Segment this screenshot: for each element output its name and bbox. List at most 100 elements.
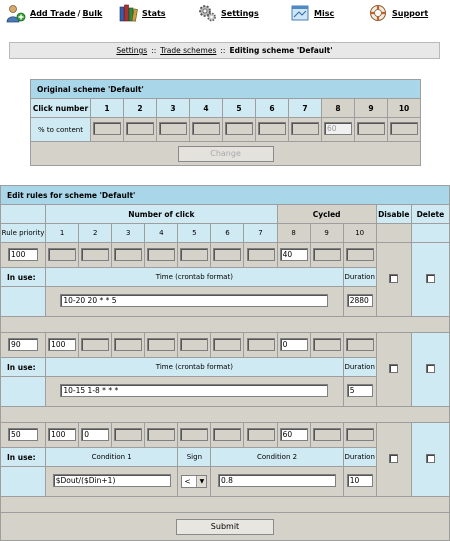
breadcrumb-trade-schemes[interactable]: Trade schemes [160, 46, 216, 55]
sign-label: Sign [177, 447, 212, 467]
original-value-field[interactable]: 60 [324, 122, 352, 135]
submit-button[interactable]: Submit [176, 518, 274, 535]
misc-link[interactable]: Misc [314, 9, 334, 18]
breadcrumb-settings[interactable]: Settings [116, 46, 147, 55]
click-value-field[interactable] [114, 427, 143, 441]
duration-field[interactable]: 10 [346, 474, 373, 487]
click-value-field[interactable] [147, 337, 176, 351]
breadcrumb: Settings :: Trade schemes :: Editing sch… [9, 42, 440, 59]
rule-priority-field[interactable]: 90 [8, 337, 39, 351]
add-trade-link[interactable]: Add Trade [30, 9, 76, 18]
time-crontab-field[interactable]: 10-20 20 * * 5 [60, 294, 329, 307]
duration-label: Duration [342, 357, 377, 377]
column-header: 3 [156, 98, 190, 118]
column-header: 6 [210, 223, 245, 243]
column-header: 8 [321, 98, 355, 118]
delete-header: Delete [410, 204, 450, 224]
original-value-field[interactable] [258, 122, 286, 135]
sign-selected-value: < [184, 477, 191, 486]
rule-priority-field[interactable]: 50 [8, 427, 39, 441]
cycled-value-field[interactable]: 0 [279, 337, 308, 351]
original-value-field[interactable] [291, 122, 319, 135]
column-header: 1 [90, 98, 124, 118]
click-number-header: Click number [30, 98, 91, 118]
stats-link[interactable]: Stats [142, 9, 166, 18]
click-value-field[interactable] [180, 427, 209, 441]
original-value-field[interactable] [192, 122, 220, 135]
original-value-field[interactable] [159, 122, 187, 135]
time-label: Time (crontab format) [45, 357, 344, 377]
click-value-field[interactable] [48, 247, 77, 261]
delete-checkbox[interactable] [425, 454, 435, 463]
settings-gears-icon [199, 5, 216, 22]
rule-priority-field[interactable]: 100 [8, 247, 39, 261]
click-value-field[interactable] [180, 247, 209, 261]
click-value-field[interactable]: 100 [48, 427, 77, 441]
original-value-field[interactable] [225, 122, 253, 135]
top-nav: Add Trade / Bulk Stats Settings Misc Sup… [0, 0, 450, 26]
stats-books-icon [119, 4, 138, 22]
chevron-down-icon: ▼ [196, 476, 207, 487]
click-value-field[interactable] [246, 427, 275, 441]
column-header: 2 [78, 223, 113, 243]
click-value-field[interactable] [114, 247, 143, 261]
click-value-field[interactable] [213, 247, 242, 261]
condition2-field[interactable]: 0.8 [218, 474, 337, 487]
column-header: 9 [354, 98, 388, 118]
number-of-click-header: Number of click [45, 204, 278, 224]
breadcrumb-separator: :: [220, 46, 226, 55]
bulk-link[interactable]: Bulk [82, 9, 102, 18]
delete-checkbox[interactable] [425, 364, 435, 373]
misc-window-icon [291, 5, 309, 21]
column-header: 4 [144, 223, 179, 243]
support-lifebuoy-icon [370, 5, 386, 21]
column-header: 4 [189, 98, 223, 118]
click-value-field[interactable] [81, 337, 110, 351]
disable-checkbox[interactable] [389, 454, 399, 463]
breadcrumb-separator: :: [151, 46, 157, 55]
disable-checkbox[interactable] [389, 364, 399, 373]
change-button[interactable]: Change [177, 145, 274, 162]
duration-field[interactable]: 2880 [346, 294, 373, 307]
click-value-field[interactable] [81, 247, 110, 261]
settings-link[interactable]: Settings [221, 9, 259, 18]
add-trade-icon [6, 5, 26, 23]
cycled-value-field[interactable] [345, 427, 374, 441]
duration-field[interactable]: 5 [346, 384, 373, 397]
delete-checkbox[interactable] [425, 274, 435, 283]
click-value-field[interactable] [213, 427, 242, 441]
click-value-field[interactable]: 100 [48, 337, 77, 351]
condition1-field[interactable]: $Dout/($Din+1) [52, 474, 171, 487]
column-header: 2 [123, 98, 157, 118]
original-value-field[interactable] [357, 122, 385, 135]
cycled-value-field[interactable] [312, 247, 341, 261]
click-value-field[interactable] [114, 337, 143, 351]
click-value-field[interactable]: 0 [81, 427, 110, 441]
nav-misc: Misc [290, 2, 334, 24]
click-value-field[interactable] [147, 427, 176, 441]
edit-rules-title: Edit rules for scheme 'Default' [0, 185, 450, 205]
in-use-label: In use: [0, 267, 47, 287]
sign-select[interactable]: < ▼ [181, 475, 208, 488]
click-value-field[interactable] [246, 247, 275, 261]
time-crontab-field[interactable]: 10-15 1-8 * * * [60, 384, 329, 397]
cycled-value-field[interactable] [345, 247, 374, 261]
cycled-value-field[interactable] [312, 337, 341, 351]
original-value-field[interactable] [93, 122, 121, 135]
click-value-field[interactable] [246, 337, 275, 351]
condition1-label: Condition 1 [45, 447, 179, 467]
original-value-field[interactable] [390, 122, 419, 135]
click-value-field[interactable] [213, 337, 242, 351]
cycled-value-field[interactable]: 40 [279, 247, 308, 261]
column-header: 6 [255, 98, 289, 118]
cycled-value-field[interactable] [312, 427, 341, 441]
original-value-field[interactable] [126, 122, 154, 135]
click-value-field[interactable] [147, 247, 176, 261]
nav-support: Support [368, 2, 428, 24]
disable-checkbox[interactable] [389, 274, 399, 283]
cycled-value-field[interactable] [345, 337, 374, 351]
column-header: 1 [45, 223, 80, 243]
cycled-value-field[interactable]: 60 [279, 427, 308, 441]
support-link[interactable]: Support [392, 9, 428, 18]
click-value-field[interactable] [180, 337, 209, 351]
